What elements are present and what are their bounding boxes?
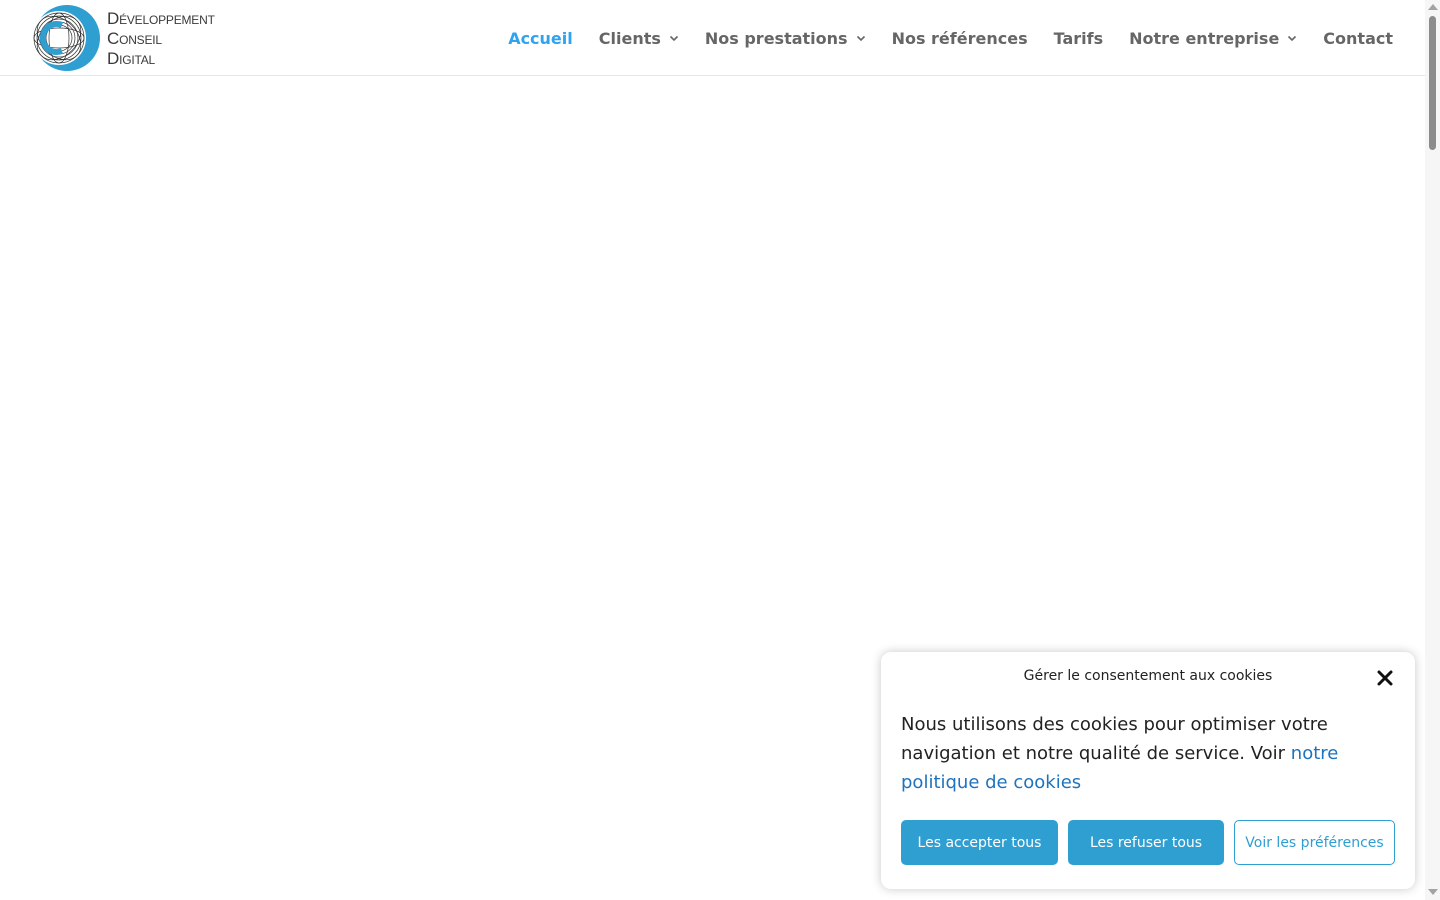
logo-line-3: Digital	[107, 49, 155, 68]
nav-item-label: Contact	[1323, 28, 1393, 48]
view-preferences-button[interactable]: Voir les préférences	[1234, 820, 1395, 865]
nav-item-notre-entreprise[interactable]: Notre entreprise	[1129, 29, 1297, 48]
accept-all-button[interactable]: Les accepter tous	[901, 820, 1058, 865]
nav-item-tarifs[interactable]: Tarifs	[1054, 29, 1104, 48]
refuse-all-button[interactable]: Les refuser tous	[1068, 820, 1224, 865]
scroll-up-arrow-icon[interactable]	[1428, 4, 1438, 10]
site-header: Développement Conseil Digital Accueil Cl…	[0, 0, 1425, 76]
logo-line-2: Conseil	[107, 29, 162, 48]
logo-line-1: Développement	[107, 9, 215, 28]
cookie-consent-banner: Gérer le consentement aux cookies Nous u…	[881, 652, 1415, 889]
nav-item-contact[interactable]: Contact	[1323, 29, 1393, 48]
cookie-button-row: Les accepter tous Les refuser tous Voir …	[901, 820, 1395, 865]
scroll-down-arrow-icon[interactable]	[1428, 889, 1438, 895]
vertical-scrollbar[interactable]	[1425, 0, 1440, 900]
logo-mark-icon	[32, 5, 100, 71]
nav-item-label: Clients	[598, 28, 661, 48]
nav-item-nos-references[interactable]: Nos références	[892, 29, 1028, 48]
site-logo[interactable]: Développement Conseil Digital	[32, 3, 232, 73]
cookie-message-text: Nous utilisons des cookies pour optimise…	[901, 714, 1328, 764]
main-nav: Accueil Clients Nos prestations Nos réfé…	[482, 0, 1393, 76]
logo-text: Développement Conseil Digital	[107, 9, 215, 69]
nav-item-label: Nos références	[891, 28, 1028, 48]
chevron-down-icon	[856, 33, 866, 43]
close-icon[interactable]	[1375, 668, 1395, 688]
nav-item-label: Accueil	[508, 28, 573, 48]
chevron-down-icon	[669, 33, 679, 43]
nav-item-nos-prestations[interactable]: Nos prestations	[705, 29, 866, 48]
nav-item-label: Nos prestations	[704, 28, 848, 48]
nav-item-label: Tarifs	[1053, 28, 1104, 48]
nav-item-label: Notre entreprise	[1129, 28, 1280, 48]
cookie-banner-message: Nous utilisons des cookies pour optimise…	[901, 710, 1371, 797]
nav-item-accueil[interactable]: Accueil	[508, 29, 573, 48]
nav-item-clients[interactable]: Clients	[599, 29, 679, 48]
chevron-down-icon	[1287, 33, 1297, 43]
cookie-banner-title: Gérer le consentement aux cookies	[1023, 668, 1273, 684]
scrollbar-thumb[interactable]	[1429, 16, 1436, 150]
